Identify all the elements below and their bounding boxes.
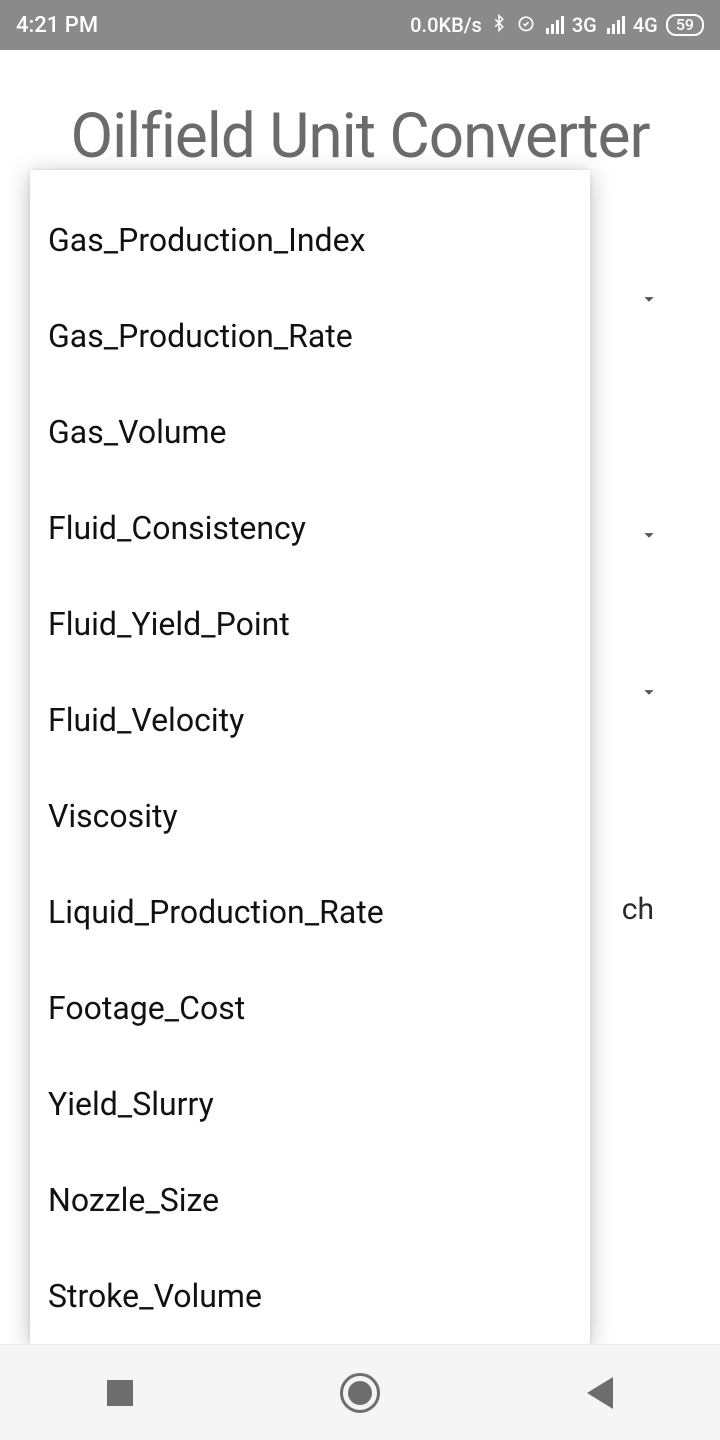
dropdown-item-label: Yield_Slurry xyxy=(48,1085,214,1123)
triangle-left-icon xyxy=(587,1377,613,1409)
dropdown-item-label: Fluid_Velocity xyxy=(48,701,244,739)
dropdown-item-label: Fluid_Consistency xyxy=(48,509,306,547)
dropdown-item-footage-cost[interactable]: Footage_Cost xyxy=(30,960,590,1056)
dropdown-item-gas-production-index[interactable]: Gas_Production_Index xyxy=(30,192,590,288)
chevron-down-icon xyxy=(638,524,660,546)
circle-icon xyxy=(340,1373,380,1413)
dropdown-item-label: Nozzle_Size xyxy=(48,1181,219,1219)
status-right: 0.0KB/s 3G 4G 59 xyxy=(410,12,704,39)
status-net1: 3G xyxy=(572,13,597,37)
nav-home-button[interactable] xyxy=(336,1369,384,1417)
status-net2: 4G xyxy=(633,13,658,37)
dropdown-item-stroke-volume[interactable]: Stroke_Volume xyxy=(30,1248,590,1344)
signal-icon xyxy=(546,16,564,34)
dropdown-item-gas-production-rate[interactable]: Gas_Production_Rate xyxy=(30,288,590,384)
dropdown-item-fluid-velocity[interactable]: Fluid_Velocity xyxy=(30,672,590,768)
dropdown-item-label: Fluid_Yield_Point xyxy=(48,605,290,643)
dropdown-item-label: Gas_Volume xyxy=(48,413,227,451)
system-nav-bar xyxy=(0,1344,720,1440)
unit-type-dropdown[interactable]: Gas_Production_Index Gas_Production_Rate… xyxy=(30,170,590,1344)
dropdown-trigger-2[interactable] xyxy=(638,524,660,550)
dropdown-item-label: Footage_Cost xyxy=(48,989,245,1027)
chevron-down-icon xyxy=(638,681,660,703)
app-title: Oilfield Unit Converter xyxy=(30,100,690,173)
status-bar: 4:21 PM 0.0KB/s 3G 4G 59 xyxy=(0,0,720,50)
dropdown-trigger-3[interactable] xyxy=(638,681,660,707)
status-speed: 0.0KB/s xyxy=(410,13,482,37)
dropdown-item-label: Stroke_Volume xyxy=(48,1277,262,1315)
bluetooth-icon xyxy=(490,12,508,39)
battery-indicator: 59 xyxy=(666,14,704,36)
nav-recents-button[interactable] xyxy=(96,1369,144,1417)
dropdown-item-viscosity[interactable]: Viscosity xyxy=(30,768,590,864)
dropdown-item-gas-volume[interactable]: Gas_Volume xyxy=(30,384,590,480)
chevron-down-icon xyxy=(638,288,660,310)
obscured-text: ch xyxy=(622,892,654,927)
square-icon xyxy=(107,1380,133,1406)
alarm-icon xyxy=(516,13,536,38)
dropdown-trigger-1[interactable] xyxy=(638,288,660,314)
dropdown-item-fluid-consistency[interactable]: Fluid_Consistency xyxy=(30,480,590,576)
dropdown-item-label: Gas_Production_Rate xyxy=(48,317,353,355)
nav-back-button[interactable] xyxy=(576,1369,624,1417)
dropdown-item-label: Gas_Production_Index xyxy=(48,221,365,259)
dropdown-item-nozzle-size[interactable]: Nozzle_Size xyxy=(30,1152,590,1248)
dropdown-item-fluid-yield-point[interactable]: Fluid_Yield_Point xyxy=(30,576,590,672)
dropdown-item-liquid-production-rate[interactable]: Liquid_Production_Rate xyxy=(30,864,590,960)
dropdown-item-label: Viscosity xyxy=(48,797,178,835)
status-time: 4:21 PM xyxy=(16,13,98,38)
dropdown-item-label: Liquid_Production_Rate xyxy=(48,893,384,931)
dropdown-item-yield-slurry[interactable]: Yield_Slurry xyxy=(30,1056,590,1152)
signal-icon xyxy=(607,16,625,34)
